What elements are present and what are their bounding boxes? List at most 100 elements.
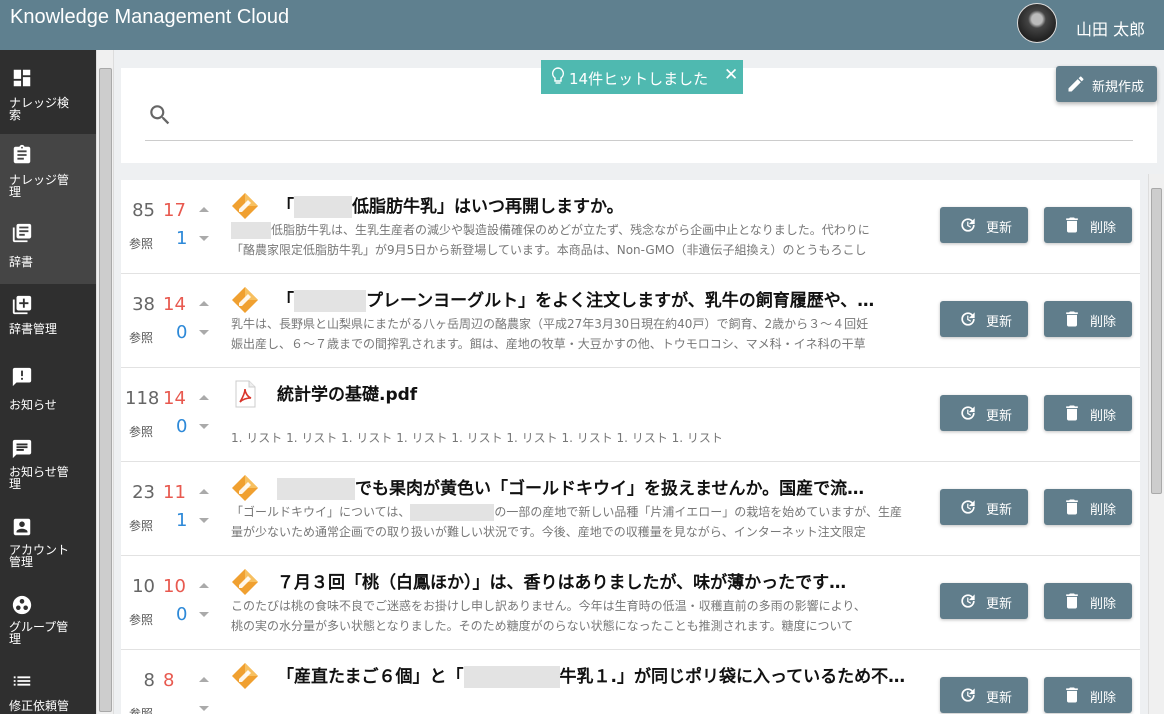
scrollbar-thumb[interactable] [1151, 188, 1162, 494]
reference-label: 参照 [129, 237, 154, 251]
sidebar-item-notices-manage[interactable]: お知らせ管 理 [0, 432, 96, 512]
sidebar-item-account-manage[interactable]: アカウント 管理 [0, 512, 96, 590]
row-title[interactable]: でも果肉が黄色い「ゴールドキウイ」を扱えませんか。国産で流… [277, 474, 927, 500]
update-button[interactable]: 更新 [940, 583, 1028, 619]
row-body-line: このたびは桃の食味不良でご迷惑をお掛けし申し訳ありません。今年は生育時の低温・収… [231, 599, 866, 613]
sidebar-item-dictionary[interactable]: 辞書 [0, 216, 96, 284]
update-label: 更新 [986, 409, 1013, 424]
new-knowledge-button[interactable]: 新規作成 [1056, 66, 1157, 102]
delete-label: 削除 [1090, 503, 1117, 518]
app-header: Knowledge Management Cloud 山田 太郎 [0, 0, 1164, 50]
stock-count: 0 [176, 416, 188, 437]
like-up-icon[interactable] [199, 583, 209, 588]
stock-count: 0 [176, 604, 188, 625]
avatar[interactable] [1017, 3, 1057, 43]
update-button[interactable]: 更新 [940, 395, 1028, 431]
reference-label: 参照 [129, 519, 154, 533]
knowledge-icon [232, 663, 258, 689]
delete-button[interactable]: 削除 [1044, 207, 1132, 243]
sidebar-item-knowledge-search[interactable]: ナレッジ検 索 [0, 50, 96, 134]
sidebar-item-label: 辞書管理 [9, 322, 58, 336]
update-label: 更新 [986, 503, 1013, 518]
like-up-icon[interactable] [199, 489, 209, 494]
row-title[interactable]: 「産直たまご６個」と「 牛乳１.」が同じポリ袋に入っているため不… [277, 662, 927, 688]
list-item[interactable]: 38 14 参照 0 「 プレーンヨーグルト」をよく注文しますが、乳牛の飼育履歴や、… 乳牛… [121, 274, 1140, 368]
sidebar-item-label: ナレッジ検 索 [9, 96, 70, 122]
account-icon [13, 518, 31, 536]
refresh-icon [961, 688, 975, 702]
row-body-line: 桃の実の水分量が多い状態となりました。そのため糖度がのらない状態になったことも推… [231, 619, 854, 633]
main-scrollbar[interactable] [96, 50, 114, 714]
like-up-icon[interactable] [199, 207, 209, 212]
masked-text [231, 222, 271, 239]
row-title[interactable]: 「 低脂肪牛乳」はいつ再開しますか。 [277, 192, 927, 218]
row-title-prefix: 「産直たまご６個」と「 [277, 667, 464, 687]
stock-down-icon[interactable] [199, 424, 209, 429]
row-title[interactable]: ７月３回「桃（白鳳ほか）」は、香りはありましたが、味が薄かったです… [277, 568, 927, 593]
update-button[interactable]: 更新 [940, 207, 1028, 243]
trash-icon [1066, 405, 1078, 421]
update-button[interactable]: 更新 [940, 489, 1028, 525]
like-count: 10 [163, 576, 186, 597]
delete-button[interactable]: 削除 [1044, 583, 1132, 619]
reference-label: 参照 [129, 613, 154, 627]
list-item[interactable]: 10 10 参照 0 ７月３回「桃（白鳳ほか）」は、香りはありましたが、味が薄かったです… [121, 556, 1140, 650]
stock-down-icon[interactable] [199, 518, 209, 523]
list-item[interactable]: 23 11 参照 1 でも果肉が黄色い「ゴールドキウイ」を扱えませんか。国産で流… 「ゴー… [121, 462, 1140, 556]
announcement-icon [12, 367, 32, 387]
row-title[interactable]: 「 プレーンヨーグルト」をよく注文しますが、乳牛の飼育履歴や、… [277, 286, 927, 312]
refresh-icon [961, 218, 975, 232]
sidebar-item-notices[interactable]: お知らせ [0, 362, 96, 432]
row-body-line: 「ゴールドキウイ」については、 [231, 505, 411, 519]
search-input[interactable] [145, 140, 1133, 141]
list-scrollbar[interactable] [1148, 174, 1164, 714]
clipboard-icon [13, 144, 31, 164]
like-up-icon[interactable] [199, 395, 209, 400]
update-button[interactable]: 更新 [940, 301, 1028, 337]
like-up-icon[interactable] [199, 301, 209, 306]
sidebar-item-knowledge-manage[interactable]: ナレッジ管 理 [0, 134, 96, 216]
delete-button[interactable]: 削除 [1044, 395, 1132, 431]
delete-button[interactable]: 削除 [1044, 489, 1132, 525]
refresh-icon [961, 312, 975, 326]
close-icon[interactable]: ✕ [724, 65, 738, 85]
reference-label: 参照 [129, 425, 154, 439]
search-icon[interactable] [147, 102, 173, 128]
delete-button[interactable]: 削除 [1044, 301, 1132, 337]
scrollbar-thumb[interactable] [99, 68, 112, 712]
list-item[interactable]: 8 8 参照 「産直たまご６個」と「 牛乳１.」が同じポリ袋に入っているため不… 更新 削… [121, 650, 1140, 714]
lightbulb-icon [551, 67, 565, 84]
update-button[interactable]: 更新 [940, 677, 1028, 713]
like-up-icon[interactable] [199, 677, 209, 682]
row-body-line: 量が少ないため通常企画での取り扱いが難しい状況です。今後、産地での収穫量を見なが… [231, 525, 866, 539]
list-item[interactable]: 118 14 参照 0 統計学の基礎.pdf 1. リスト 1. リスト 1. リスト … [121, 368, 1140, 462]
like-count: 8 [163, 670, 175, 691]
knowledge-icon [232, 193, 258, 219]
masked-text [463, 666, 560, 688]
sidebar-item-revision-manage[interactable]: 修正依頼管 [0, 664, 96, 714]
view-count: 85 [132, 200, 155, 221]
list-icon [13, 676, 31, 686]
sidebar-item-group-manage[interactable]: グループ管 理 [0, 590, 96, 664]
row-title-text: でも果肉が黄色い「ゴールドキウイ」を扱えませんか。国産で流… [355, 479, 865, 499]
list-item[interactable]: 85 17 参照 1 「 低脂肪牛乳」はいつ再開しますか。 低脂肪牛乳は、生乳生産者の減少や… [121, 180, 1140, 274]
stock-down-icon[interactable] [199, 330, 209, 335]
delete-button[interactable]: 削除 [1044, 677, 1132, 713]
row-title[interactable]: 統計学の基礎.pdf [277, 380, 927, 405]
row-body-line: の一部の産地で新しい品種「片浦イエロー」の栽培を始めていますが、生産 [494, 505, 903, 519]
like-count: 14 [163, 294, 186, 315]
stock-count: 0 [176, 322, 188, 343]
trash-icon [1066, 593, 1078, 609]
stock-down-icon[interactable] [199, 236, 209, 241]
stock-down-icon[interactable] [199, 706, 209, 711]
stock-down-icon[interactable] [199, 612, 209, 617]
row-body: 乳牛は、長野県と山梨県にまたがる八ヶ岳周辺の酪農家（平成27年3月30日現在約4… [231, 314, 921, 354]
sidebar-item-dictionary-manage[interactable]: 辞書管理 [0, 284, 96, 362]
row-body: このたびは桃の食味不良でご迷惑をお掛けし申し訳ありません。今年は生育時の低温・収… [231, 596, 921, 636]
update-label: 更新 [986, 315, 1013, 330]
view-count: 8 [143, 670, 155, 691]
row-body: 1. リスト 1. リスト 1. リスト 1. リスト 1. リスト 1. リス… [231, 408, 921, 448]
sidebar-item-label: 辞書 [9, 255, 34, 269]
app-title[interactable]: Knowledge Management Cloud [10, 6, 289, 29]
user-name[interactable]: 山田 太郎 [1076, 16, 1145, 40]
